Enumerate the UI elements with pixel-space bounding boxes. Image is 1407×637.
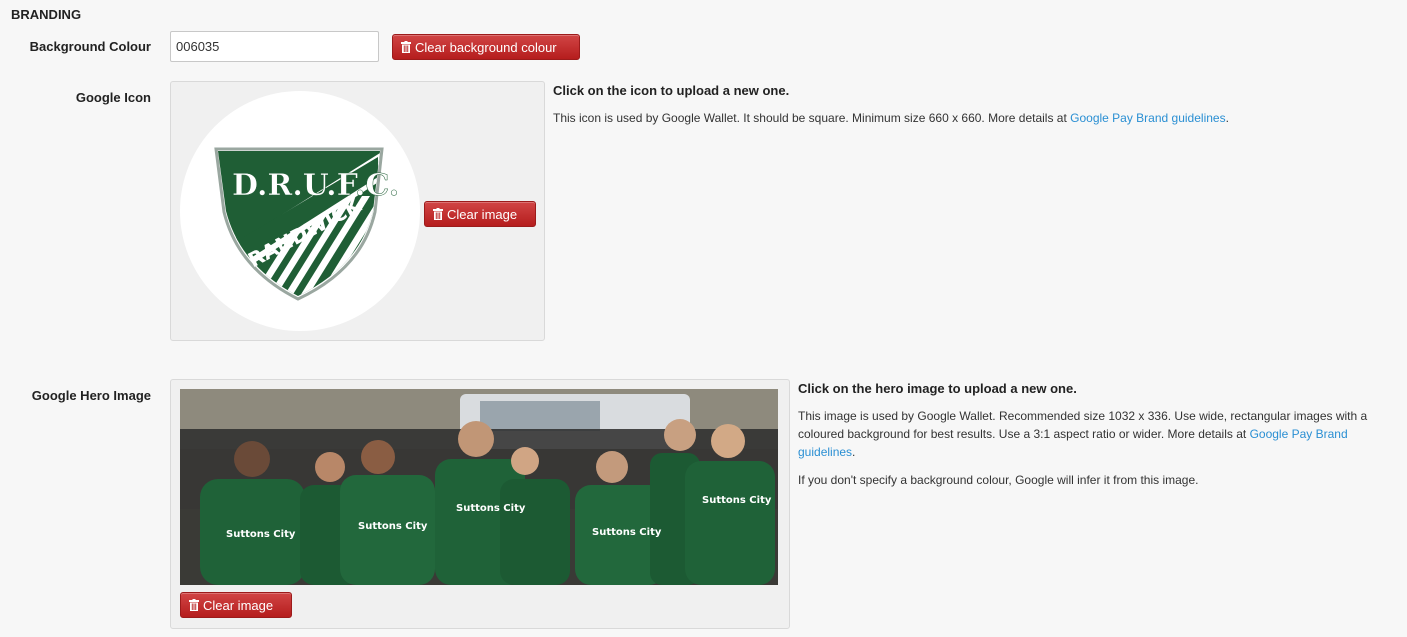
jersey-text-4: Suttons City (592, 527, 662, 538)
clear-google-icon-label: Clear image (447, 206, 518, 222)
jersey-text-1: Suttons City (226, 529, 296, 540)
trash-icon (433, 208, 443, 220)
google-icon-label: Google Icon (75, 90, 151, 105)
clear-google-hero-label: Clear image (203, 597, 274, 613)
jersey-text-5: Suttons City (702, 495, 772, 506)
hero-photo: Suttons City Suttons City Suttons City S… (180, 389, 778, 585)
google-icon-panel[interactable]: D.R.U.F.C. RANDWICK Clear image (170, 81, 545, 341)
google-icon-help-text-end: . (1225, 111, 1229, 125)
google-hero-label: Google Hero Image (31, 388, 151, 403)
randwick-shield-logo: D.R.U.F.C. RANDWICK (214, 147, 399, 301)
google-hero-panel[interactable]: Suttons City Suttons City Suttons City S… (170, 379, 790, 629)
background-colour-input[interactable] (170, 31, 379, 62)
logo-top-text: D.R.U.F.C. (232, 168, 399, 203)
google-icon-help-text-body: This icon is used by Google Wallet. It s… (553, 111, 1071, 125)
google-icon-guidelines-link[interactable]: Google Pay Brand guidelines (1070, 111, 1225, 125)
google-icon-help-text: This icon is used by Google Wallet. It s… (553, 109, 1393, 127)
google-hero-help-text-end: . (852, 445, 856, 459)
clear-google-icon-button[interactable]: Clear image (424, 201, 536, 227)
google-hero-help-note: If you don't specify a background colour… (798, 473, 1199, 487)
background-colour-label: Background Colour (29, 39, 151, 54)
google-hero-help-text: This image is used by Google Wallet. Rec… (798, 407, 1398, 461)
google-hero-help-title: Click on the hero image to upload a new … (798, 381, 1077, 396)
branding-page: BRANDING Background Colour Clear backgro… (0, 0, 1407, 637)
jersey-text-2: Suttons City (358, 521, 428, 532)
clear-background-colour-button[interactable]: Clear background colour (392, 34, 580, 60)
section-title: BRANDING (11, 7, 82, 22)
trash-icon (189, 599, 199, 611)
clear-background-colour-label: Clear background colour (415, 39, 557, 55)
google-hero-image[interactable]: Suttons City Suttons City Suttons City S… (180, 389, 778, 585)
trash-icon (401, 41, 411, 53)
google-icon-help-title: Click on the icon to upload a new one. (553, 83, 790, 98)
google-icon-image[interactable]: D.R.U.F.C. RANDWICK (180, 91, 420, 331)
clear-google-hero-button[interactable]: Clear image (180, 592, 292, 618)
jersey-text-3: Suttons City (456, 503, 526, 514)
